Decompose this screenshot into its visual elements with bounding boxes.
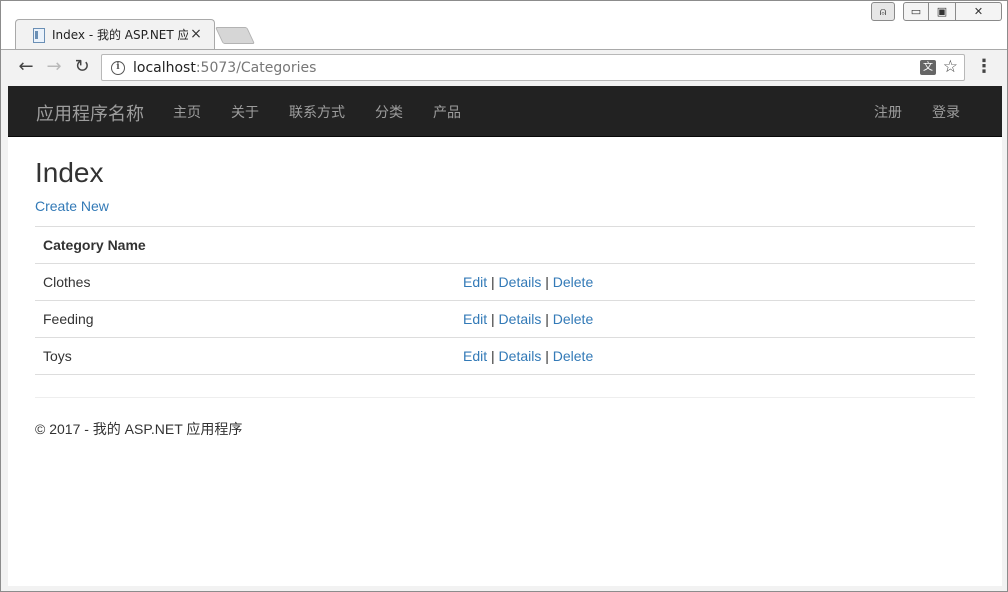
table-row: Clothes Edit | Details | Delete: [35, 263, 975, 301]
close-icon: ✕: [973, 5, 984, 18]
nav-item-home[interactable]: 主页: [158, 86, 216, 136]
delete-link[interactable]: Delete: [553, 311, 593, 327]
create-new-link[interactable]: Create New: [35, 198, 109, 214]
forward-button[interactable]: →: [43, 56, 65, 78]
nav-item-contact[interactable]: 联系方式: [274, 86, 360, 136]
minimize-icon: ▭: [910, 5, 922, 18]
tab-title: Index - 我的 ASP.NET 应: [52, 28, 188, 42]
browser-tab[interactable]: Index - 我的 ASP.NET 应 ×: [15, 19, 215, 49]
footer-copyright: © 2017 - 我的 ASP.NET 应用程序: [35, 421, 243, 437]
page-title: Index: [35, 157, 104, 188]
url-path: :5073/Categories: [195, 59, 317, 76]
category-name-cell: Feeding: [35, 300, 455, 338]
column-header-category-name: Category Name: [35, 226, 455, 264]
bookmark-star-icon[interactable]: ☆: [943, 57, 958, 77]
minimize-button[interactable]: ▭: [903, 2, 929, 21]
details-link[interactable]: Details: [499, 311, 542, 327]
translate-icon[interactable]: 文: [920, 60, 936, 75]
column-header-actions: [455, 226, 975, 264]
main-content: Index Create New Category Name Clothes E…: [35, 137, 975, 375]
edit-link[interactable]: Edit: [463, 274, 487, 290]
site-brand-link[interactable]: 应用程序名称: [36, 100, 144, 126]
page-favicon-icon: [32, 27, 46, 43]
table-header-row: Category Name: [35, 226, 975, 264]
nav-item-login[interactable]: 登录: [917, 86, 975, 136]
edit-link[interactable]: Edit: [463, 348, 487, 364]
actions-cell: Edit | Details | Delete: [455, 263, 975, 301]
action-separator: |: [545, 348, 549, 364]
maximize-button[interactable]: ▣: [929, 2, 956, 21]
delete-link[interactable]: Delete: [553, 274, 593, 290]
nav-item-products[interactable]: 产品: [418, 86, 476, 136]
action-separator: |: [491, 348, 495, 364]
maximize-icon: ▣: [936, 5, 948, 18]
nav-item-categories[interactable]: 分类: [360, 86, 418, 136]
new-tab-button[interactable]: [215, 27, 255, 44]
category-name-cell: Clothes: [35, 263, 455, 301]
site-navbar: 应用程序名称 主页 关于 联系方式 分类 产品 注册 登录: [8, 86, 1002, 137]
browser-toolbar: ← → ↻ i localhost:5073/Categories 文 ☆ ⋮: [1, 49, 1007, 85]
action-separator: |: [545, 311, 549, 327]
browser-window: Index - 我的 ASP.NET 应 × ⍝ ▭ ▣ ✕ ← → ↻ i l…: [0, 0, 1008, 592]
actions-cell: Edit | Details | Delete: [455, 337, 975, 375]
action-separator: |: [491, 311, 495, 327]
table-row: Toys Edit | Details | Delete: [35, 337, 975, 375]
edit-link[interactable]: Edit: [463, 311, 487, 327]
profile-button[interactable]: ⍝: [871, 2, 895, 21]
action-separator: |: [491, 274, 495, 290]
browser-menu-icon[interactable]: ⋮: [975, 56, 993, 80]
close-window-button[interactable]: ✕: [956, 2, 1002, 21]
footer-divider: [35, 397, 975, 398]
title-bar: Index - 我的 ASP.NET 应 × ⍝ ▭ ▣ ✕: [1, 1, 1007, 49]
url-text[interactable]: localhost:5073/Categories: [133, 60, 316, 76]
address-bar[interactable]: i localhost:5073/Categories 文 ☆: [101, 54, 965, 81]
nav-account: 注册 登录: [859, 86, 975, 136]
url-host: localhost: [133, 59, 196, 76]
nav-item-register[interactable]: 注册: [859, 86, 917, 136]
action-separator: |: [545, 274, 549, 290]
table-row: Feeding Edit | Details | Delete: [35, 300, 975, 338]
details-link[interactable]: Details: [499, 348, 542, 364]
nav-item-about[interactable]: 关于: [216, 86, 274, 136]
details-link[interactable]: Details: [499, 274, 542, 290]
user-icon: ⍝: [879, 4, 887, 18]
categories-table: Category Name Clothes Edit | Details | D…: [35, 226, 975, 375]
page-viewport: 应用程序名称 主页 关于 联系方式 分类 产品 注册 登录 Index Crea…: [8, 86, 1002, 586]
info-icon[interactable]: i: [111, 60, 125, 75]
nav-menu: 主页 关于 联系方式 分类 产品: [158, 86, 476, 136]
tab-close-icon[interactable]: ×: [188, 26, 204, 42]
reload-button[interactable]: ↻: [71, 56, 93, 78]
category-name-cell: Toys: [35, 337, 455, 375]
delete-link[interactable]: Delete: [553, 348, 593, 364]
actions-cell: Edit | Details | Delete: [455, 300, 975, 338]
back-button[interactable]: ←: [15, 56, 37, 78]
